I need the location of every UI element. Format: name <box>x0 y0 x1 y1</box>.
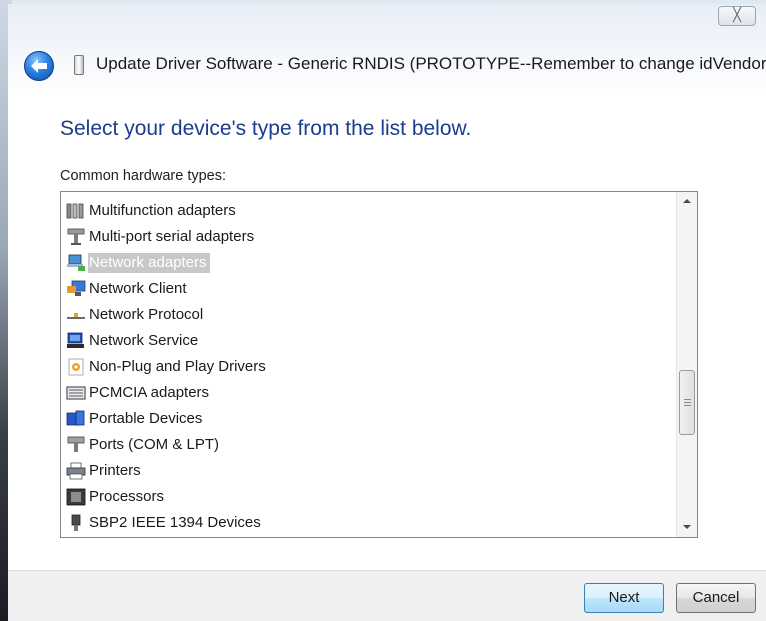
list-item-label: Ports (COM & LPT) <box>89 435 220 453</box>
list-item-label: Network Service <box>89 331 199 349</box>
scroll-down-button[interactable] <box>677 517 697 537</box>
chevron-up-icon <box>683 199 691 203</box>
list-item[interactable]: Ports (COM & LPT) <box>66 433 222 456</box>
list-item-selected[interactable]: Network adapters <box>66 251 210 274</box>
window-title: Update Driver Software - Generic RNDIS (… <box>96 54 766 73</box>
list-scrollbar[interactable] <box>676 192 697 537</box>
update-driver-dialog: ╳ Update Driver Software - Generic RNDIS… <box>8 4 766 621</box>
back-button[interactable] <box>24 51 54 81</box>
hardware-type-list: Multifunction adapters Multi-port serial… <box>61 192 676 537</box>
list-item[interactable]: Network Service <box>66 329 201 352</box>
list-item[interactable]: Non-Plug and Play Drivers <box>66 355 269 378</box>
cancel-button[interactable]: Cancel <box>676 583 756 613</box>
list-item-label: Processors <box>89 487 165 505</box>
list-item[interactable]: Processors <box>66 485 167 508</box>
list-item[interactable]: Network Protocol <box>66 303 206 326</box>
grip-icon <box>684 399 691 406</box>
network-service-icon <box>67 332 84 348</box>
title-bar: ╳ Update Driver Software - Generic RNDIS… <box>8 4 766 96</box>
serial-port-icon <box>67 228 85 245</box>
list-item-label: Multifunction adapters <box>89 201 236 219</box>
dialog-footer: Next Cancel <box>8 570 766 621</box>
processor-icon <box>66 488 86 505</box>
list-item-label: Network adapters <box>88 252 210 273</box>
device-icon <box>74 55 84 75</box>
multifunction-icon <box>66 203 84 218</box>
list-item-label: PCMCIA adapters <box>89 383 210 401</box>
network-adapter-icon <box>67 254 85 271</box>
ieee1394-icon <box>71 514 81 531</box>
list-caption: Common hardware types: <box>60 168 227 184</box>
next-button[interactable]: Next <box>584 583 664 613</box>
list-item[interactable]: Printers <box>66 459 144 482</box>
list-item-label: SBP2 IEEE 1394 Devices <box>89 513 261 531</box>
list-item-label: Portable Devices <box>89 409 203 427</box>
close-icon: ╳ <box>733 8 741 23</box>
network-protocol-icon <box>67 312 85 319</box>
list-item-label: Non-Plug and Play Drivers <box>89 357 266 375</box>
port-icon <box>67 436 85 452</box>
page-heading: Select your device's type from the list … <box>60 117 472 140</box>
list-item-label: Network Protocol <box>89 305 204 323</box>
network-client-icon <box>67 280 86 296</box>
scroll-thumb[interactable] <box>679 370 695 435</box>
close-button[interactable]: ╳ <box>718 6 756 26</box>
pcmcia-icon <box>66 386 86 399</box>
back-arrow-icon <box>31 59 47 73</box>
non-pnp-driver-icon <box>68 358 84 375</box>
scroll-up-button[interactable] <box>677 192 697 212</box>
hardware-type-listbox[interactable]: Multifunction adapters Multi-port serial… <box>60 191 698 538</box>
portable-device-icon <box>66 410 85 425</box>
list-item-label: Multi-port serial adapters <box>89 227 255 245</box>
list-item[interactable]: Network Client <box>66 277 190 300</box>
list-item[interactable]: Portable Devices <box>66 407 205 430</box>
printer-icon <box>66 462 86 479</box>
list-item[interactable]: PCMCIA adapters <box>66 381 212 404</box>
list-item[interactable]: Multifunction adapters <box>66 199 239 222</box>
list-item-label: Printers <box>89 461 141 479</box>
list-item-label: Network Client <box>89 279 187 297</box>
chevron-down-icon <box>683 525 691 529</box>
list-item[interactable]: Multi-port serial adapters <box>66 225 257 248</box>
list-item[interactable]: SBP2 IEEE 1394 Devices <box>66 511 264 534</box>
